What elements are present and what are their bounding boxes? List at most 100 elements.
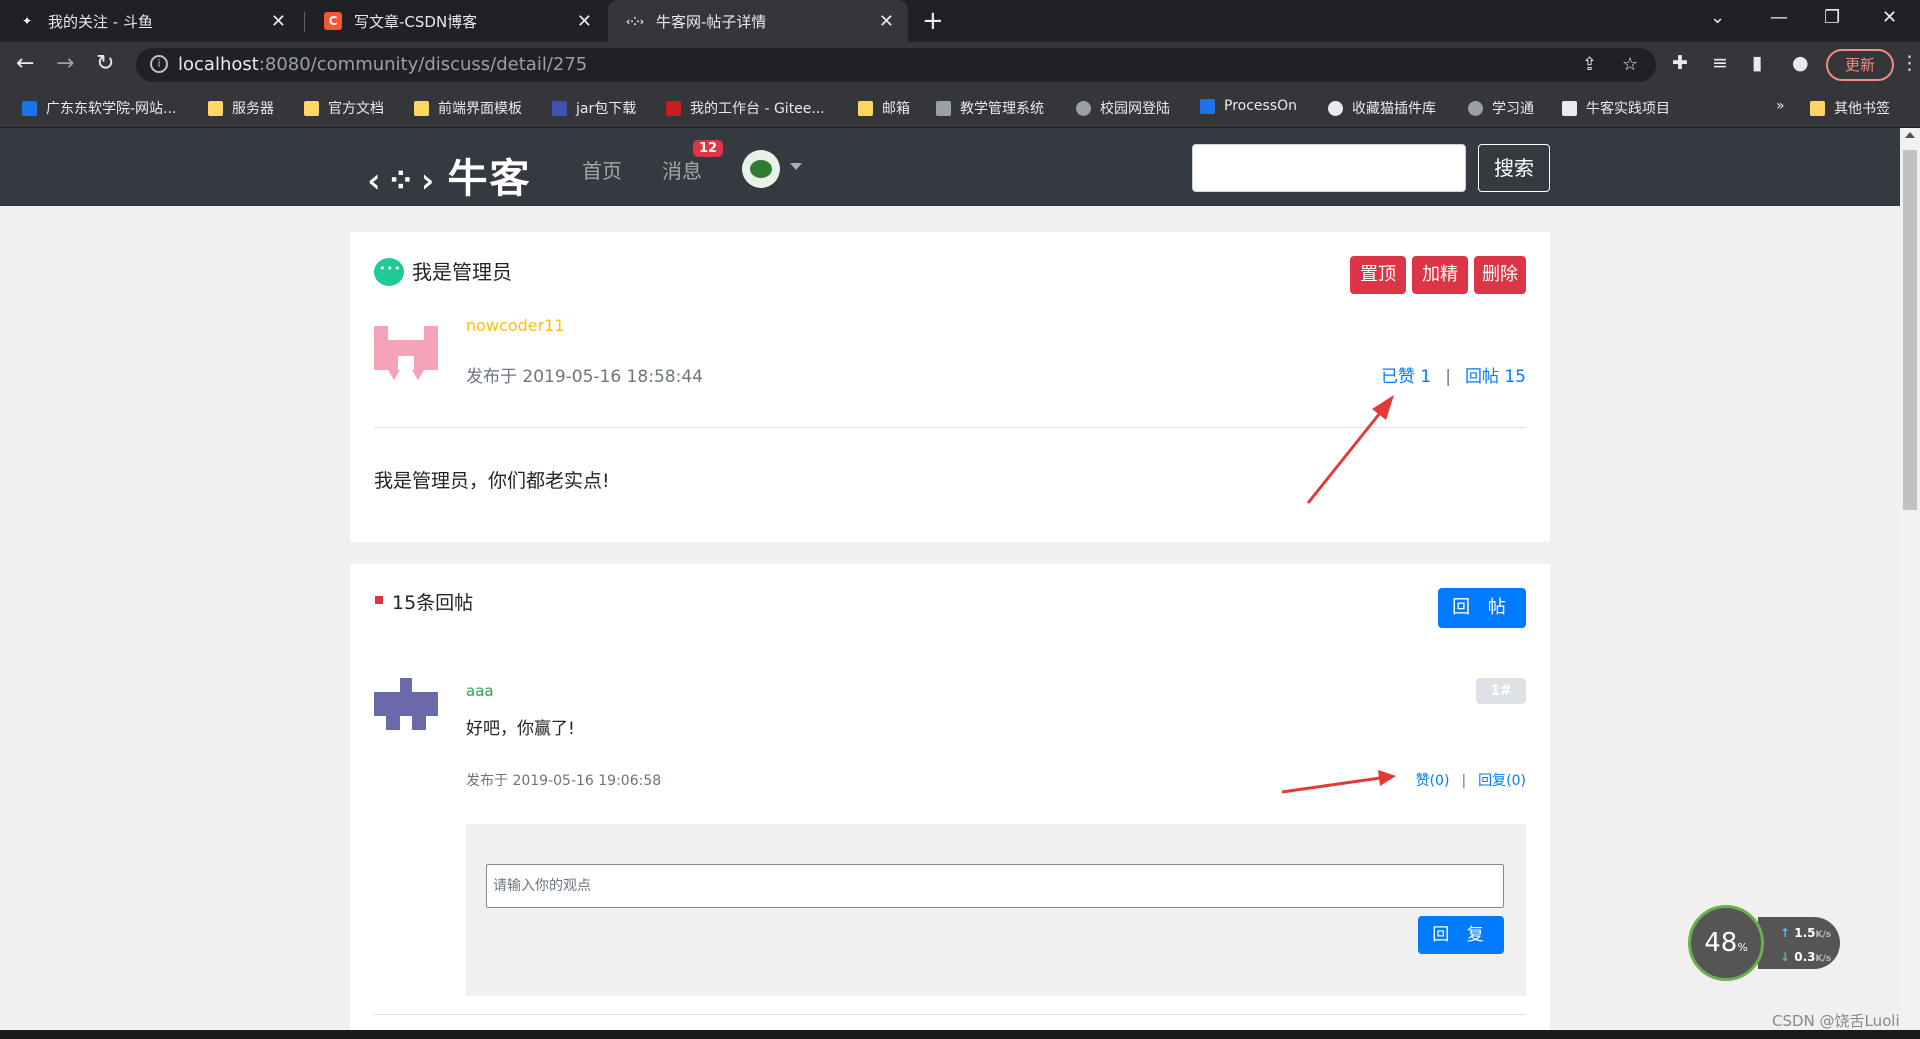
address-bar[interactable]: i localhost:8080/community/discuss/detai… xyxy=(136,48,1656,82)
profile-icon[interactable]: ● xyxy=(1792,52,1809,74)
post-like-link[interactable]: 已赞 1 xyxy=(1381,367,1431,387)
speed-unit: K/s xyxy=(1815,954,1832,964)
bookmark-item[interactable]: 收藏猫插件库 xyxy=(1328,98,1436,118)
scroll-thumb[interactable] xyxy=(1903,150,1917,510)
processon-icon xyxy=(1200,98,1215,114)
folder-icon xyxy=(208,100,223,116)
pin-top-button[interactable]: 置顶 xyxy=(1350,256,1406,294)
bookmark-label: 服务器 xyxy=(232,101,274,117)
comment-user-avatar[interactable] xyxy=(374,678,438,742)
bookmark-item[interactable]: jar包下载 xyxy=(552,98,636,118)
nav-messages[interactable]: 消息 xyxy=(662,155,702,184)
site-logo[interactable]: ‹⁘› 牛客 xyxy=(364,146,531,204)
tab-title: 牛客网-帖子详情 xyxy=(656,12,767,31)
window-close-icon[interactable]: ✕ xyxy=(1882,7,1897,28)
bookmark-item[interactable]: 广东东软学院-网站... xyxy=(22,98,176,118)
page-scrollbar[interactable] xyxy=(1900,128,1920,1028)
back-icon[interactable]: ← xyxy=(16,51,34,76)
chevron-down-icon[interactable] xyxy=(790,163,802,170)
bookmark-folder[interactable]: 官方文档 xyxy=(304,98,384,118)
douyu-favicon-icon: ✦ xyxy=(21,14,33,28)
divider xyxy=(374,1014,1526,1015)
user-avatar[interactable] xyxy=(742,150,780,188)
bookmark-item[interactable]: 我的工作台 - Gitee... xyxy=(666,98,825,118)
page-icon xyxy=(1562,100,1577,116)
bookmark-label: 学习通 xyxy=(1492,101,1534,117)
menu-icon[interactable]: ⋮ xyxy=(1900,52,1919,74)
bookmark-folder[interactable]: 服务器 xyxy=(208,98,274,118)
bookmark-folder[interactable]: 邮箱 xyxy=(858,98,910,118)
bookmark-star-icon[interactable]: ☆ xyxy=(1622,54,1638,75)
new-tab-button[interactable]: + xyxy=(922,6,944,36)
forward-icon[interactable]: → xyxy=(56,51,74,76)
usage-percent: 48 xyxy=(1704,928,1738,958)
url-host: localhost xyxy=(178,54,259,75)
post-content: 我是管理员，你们都老实点! xyxy=(374,470,610,492)
side-panel-icon[interactable]: ▮ xyxy=(1752,52,1762,74)
post-stats: 已赞 1 | 回帖 15 xyxy=(1381,362,1526,387)
bookmark-item[interactable]: 校园网登陆 xyxy=(1076,98,1170,118)
share-icon[interactable]: ⇪ xyxy=(1582,54,1597,75)
comment-content: 好吧，你赢了! xyxy=(466,719,575,739)
update-button[interactable]: 更新 xyxy=(1826,49,1894,81)
nav-home[interactable]: 首页 xyxy=(582,155,622,184)
mark-wonderful-button[interactable]: 加精 xyxy=(1412,256,1468,294)
tab-divider xyxy=(304,12,305,32)
extensions-icon[interactable]: ✚ xyxy=(1672,52,1688,74)
download-arrow-icon: ↓ xyxy=(1780,950,1795,964)
gitee-icon xyxy=(666,100,681,116)
close-tab-icon[interactable]: ✕ xyxy=(879,11,894,32)
search-input[interactable] xyxy=(1192,144,1466,192)
minimize-icon[interactable]: — xyxy=(1770,7,1788,28)
download-value: 0.3 xyxy=(1794,950,1816,964)
scroll-up-icon[interactable] xyxy=(1905,132,1915,138)
close-tab-icon[interactable]: ✕ xyxy=(271,11,286,32)
more-bookmarks-button[interactable]: » xyxy=(1776,98,1785,114)
comment-reply-link[interactable]: 回复(0) xyxy=(1478,773,1526,789)
comment-actions: 赞(0) | 回复(0) xyxy=(1416,770,1526,790)
bookmark-label: 其他书签 xyxy=(1834,101,1890,117)
other-bookmarks-folder[interactable]: 其他书签 xyxy=(1810,98,1890,118)
restore-icon[interactable]: ❐ xyxy=(1824,7,1840,28)
search-button[interactable]: 搜索 xyxy=(1478,144,1550,192)
tab-douyu[interactable]: ✦ 我的关注 - 斗鱼 ✕ xyxy=(0,0,300,42)
memory-usage-gauge: 48% xyxy=(1688,905,1764,981)
reload-icon[interactable]: ↻ xyxy=(96,51,114,76)
author-name[interactable]: nowcoder11 xyxy=(466,316,565,335)
upload-value: 1.5 xyxy=(1794,926,1816,940)
globe-icon xyxy=(1076,100,1091,116)
bookmark-item[interactable]: 教学管理系统 xyxy=(936,98,1044,118)
reply-input[interactable] xyxy=(486,864,1504,908)
reply-post-button[interactable]: 回 帖 xyxy=(1438,588,1526,628)
folder-icon xyxy=(1810,100,1825,116)
url-text[interactable]: localhost:8080/community/discuss/detail/… xyxy=(178,54,587,75)
bookmark-label: 收藏猫插件库 xyxy=(1352,101,1436,117)
logo-mark-icon: ‹⁘› xyxy=(364,161,440,201)
post-reply-count-link[interactable]: 回帖 15 xyxy=(1465,367,1526,387)
close-tab-icon[interactable]: ✕ xyxy=(577,11,592,32)
tab-csdn[interactable]: C 写文章-CSDN博客 ✕ xyxy=(306,0,606,42)
site-info-icon[interactable]: i xyxy=(150,55,168,73)
media-control-icon[interactable]: ≡ xyxy=(1712,52,1728,74)
author-avatar[interactable] xyxy=(374,320,438,384)
bookmark-folder[interactable]: 前端界面模板 xyxy=(414,98,522,118)
bookmark-item[interactable]: 学习通 xyxy=(1468,98,1534,118)
csdn-favicon-icon: C xyxy=(324,12,342,30)
bookmark-item[interactable]: 牛客实践项目 xyxy=(1562,98,1670,118)
csdn-watermark: CSDN @饶舌Luoli xyxy=(1772,1012,1900,1030)
comment-like-link[interactable]: 赞(0) xyxy=(1416,773,1450,789)
reply-form: 回 复 xyxy=(466,824,1526,996)
tab-title: 写文章-CSDN博客 xyxy=(354,12,478,31)
tab-search-icon[interactable]: ⌄ xyxy=(1710,7,1725,28)
reply-submit-button[interactable]: 回 复 xyxy=(1418,916,1504,954)
browser-toolbar: ← → ↻ i localhost:8080/community/discuss… xyxy=(0,42,1920,88)
bookmark-item[interactable]: ProcessOn xyxy=(1200,98,1297,114)
delete-button[interactable]: 删除 xyxy=(1474,256,1526,294)
tab-nowcoder[interactable]: ‹⁘› 牛客网-帖子详情 ✕ xyxy=(608,0,908,42)
speed-panel: ↑ 1.5K/s ↓ 0.3K/s xyxy=(1758,917,1840,969)
comment-username[interactable]: aaa xyxy=(466,682,494,700)
building-icon xyxy=(936,100,951,116)
bookmarks-bar: 广东东软学院-网站... 服务器 官方文档 前端界面模板 jar包下载 我的工作… xyxy=(0,88,1920,128)
comments-count: 15条回帖 xyxy=(392,592,474,614)
url-path: :8080/community/discuss/detail/275 xyxy=(258,54,588,75)
